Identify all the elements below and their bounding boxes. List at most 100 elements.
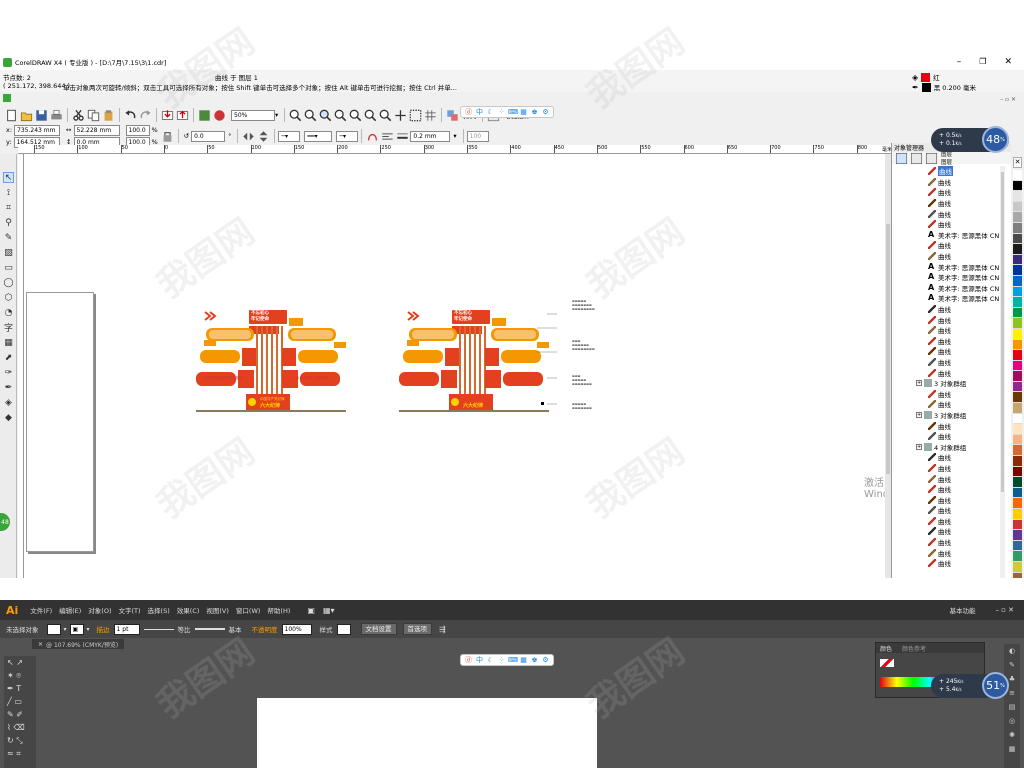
palette-swatch[interactable] [1013,561,1022,573]
palette-swatch[interactable] [1013,466,1022,478]
scale-x-field[interactable]: 100.0 [125,124,150,136]
rotate-tool-icon[interactable]: ↻ [7,736,14,745]
drawing-canvas[interactable]: 不忘初心 牢记使命 中国共产党纪律 六大纪律 实践中坚持党的群众路线 永远跟党走… [24,154,909,578]
tree-item[interactable]: 曲线 [892,198,1002,209]
magic-wand-icon[interactable]: ✶ [7,671,14,680]
palette-swatch[interactable] [1013,509,1022,520]
undo-icon[interactable] [124,109,137,122]
zoom-out-icon[interactable] [304,109,317,122]
grid-icon[interactable]: ▦ [519,656,528,665]
outline-width-field[interactable]: 0.2 mm [410,130,451,142]
tree-item[interactable]: 曲线 [892,346,1002,357]
tree-item[interactable]: 曲线 [892,166,1002,177]
smart-fill-icon[interactable]: ▨ [3,247,14,258]
free-transform-icon[interactable]: ⌗ [16,749,21,758]
ai-transparency-icon[interactable]: ◎ [1009,717,1015,725]
gear-icon[interactable]: ⚙ [541,656,550,665]
pen-tool-icon[interactable]: ✒ [7,684,14,693]
ime-toolbar[interactable]: ⓓ 中 ☾ ⁘ ⌨ ▦ ♚ ⚙ [460,106,554,118]
palette-swatch[interactable] [1013,371,1022,382]
no-color-swatch[interactable]: ✕ [1013,157,1022,168]
direct-select-icon[interactable]: ↗ [16,658,23,667]
palette-swatch[interactable] [1013,434,1022,446]
doc-window-controls[interactable]: – ▫ ✕ [1000,96,1016,103]
fill-tool-icon[interactable]: ◈ [3,397,14,408]
outline-tool-icon[interactable]: ✒ [3,382,14,393]
palette-swatch[interactable] [1013,286,1022,298]
zoom-level-field[interactable]: 50% [231,109,275,121]
keyboard-icon[interactable]: ⌨ [508,108,518,117]
palette-swatch[interactable] [1013,339,1022,351]
pencil-tool-icon[interactable]: ✐ [16,710,23,719]
tree-item[interactable]: A 美术字: 思源黑体 CN [892,272,1002,283]
tree-item[interactable]: 曲线 [892,505,1002,516]
welcome-icon[interactable] [213,109,226,122]
ai-align-icon[interactable]: ⇶ [439,625,446,634]
ime-toolbar-2[interactable]: ⓓ 中 ☾ ⁘ ⌨ ▦ ♚ ⚙ [460,654,554,666]
blob-brush-icon[interactable]: ⌇ [7,723,11,732]
segment-field[interactable]: 100 [466,130,489,142]
mirror-v-icon[interactable] [257,130,270,143]
minimize-button[interactable]: – [957,57,962,67]
tree-group-item[interactable]: +3 对象群组 [892,410,1002,421]
tree-item[interactable]: 曲线 [892,473,1002,484]
eyedropper-icon[interactable]: ✑ [3,367,14,378]
tree-item[interactable]: 曲线 [892,558,1002,569]
lock-ratio-icon[interactable] [161,130,174,143]
palette-swatch[interactable] [1013,297,1022,308]
tree-item[interactable]: 曲线 [892,367,1002,378]
shirt-icon[interactable]: ♚ [530,656,539,665]
ai-tab-close-icon[interactable]: ✕ [38,641,43,648]
pos-x-field[interactable]: 735.243 mm [14,124,61,136]
zoom-selected-icon[interactable] [319,109,332,122]
palette-swatch[interactable] [1013,530,1022,541]
export-icon[interactable] [176,109,189,122]
mirror-h-icon[interactable] [242,130,255,143]
palette-swatch[interactable] [1013,233,1022,245]
ai-window-controls[interactable]: – ▫ ✕ [995,606,1014,614]
tree-item[interactable]: 曲线 [892,251,1002,262]
dou-icon[interactable]: ⓓ [464,108,473,117]
palette-swatch[interactable] [1013,498,1022,509]
ai-menu-item[interactable]: 文字(T) [119,605,141,615]
print-icon[interactable] [50,109,63,122]
ai-opacity-field[interactable]: 100% [281,623,312,635]
palette-swatch[interactable] [1013,222,1022,234]
ai-menu-item[interactable]: 视图(V) [206,605,229,615]
redo-icon[interactable] [139,109,152,122]
palette-swatch[interactable] [1013,360,1022,372]
ai-doc-setup-button[interactable]: 文档设置 [360,623,397,635]
pick-tool-icon[interactable]: ↖ [3,172,14,183]
tree-item[interactable]: 曲线 [892,325,1002,336]
moon-icon[interactable]: ☾ [486,108,495,117]
grid-icon[interactable] [424,109,437,122]
end-arrow-select[interactable]: ─▾ [336,130,359,142]
zoom-height-icon[interactable] [379,109,392,122]
wrap-text-icon[interactable] [381,130,394,143]
tree-item[interactable]: 曲线 [892,537,1002,548]
zoom-page-icon[interactable] [349,109,362,122]
tree-item[interactable]: 曲线 [892,399,1002,410]
ai-stroke-swatch[interactable]: ▣ [69,623,84,635]
moon-icon[interactable]: ☾ [486,656,495,665]
save-icon[interactable] [35,109,48,122]
tree-item[interactable]: A 美术字: 思源黑体 CN [892,293,1002,304]
dots-icon[interactable]: ⁘ [497,656,506,665]
ai-symbols-icon[interactable]: ♣ [1009,675,1015,683]
ai-mode-icon[interactable]: ▣ [307,606,315,615]
ai-menu-item[interactable]: 编辑(E) [59,605,81,615]
scale-tool-icon[interactable]: ⤡ [16,736,22,745]
tree-item[interactable]: 曲线 [892,420,1002,431]
tree-item[interactable]: A 美术字: 思源黑体 CN [892,283,1002,294]
palette-swatch[interactable] [1013,540,1022,552]
tree-item[interactable]: 曲线 [892,187,1002,198]
copy-icon[interactable] [87,109,100,122]
palette-swatch[interactable] [1013,424,1022,435]
interactive-tool-icon[interactable]: ⬈ [3,352,14,363]
dou-icon[interactable]: ⓓ [464,656,473,665]
rect-tool-icon[interactable]: ▭ [14,697,22,706]
grid-icon[interactable]: ▦ [519,108,528,117]
zoom-all-icon[interactable] [334,109,347,122]
palette-swatch[interactable] [1013,170,1022,181]
ai-arrange-icon[interactable]: ▦▾ [323,606,335,615]
